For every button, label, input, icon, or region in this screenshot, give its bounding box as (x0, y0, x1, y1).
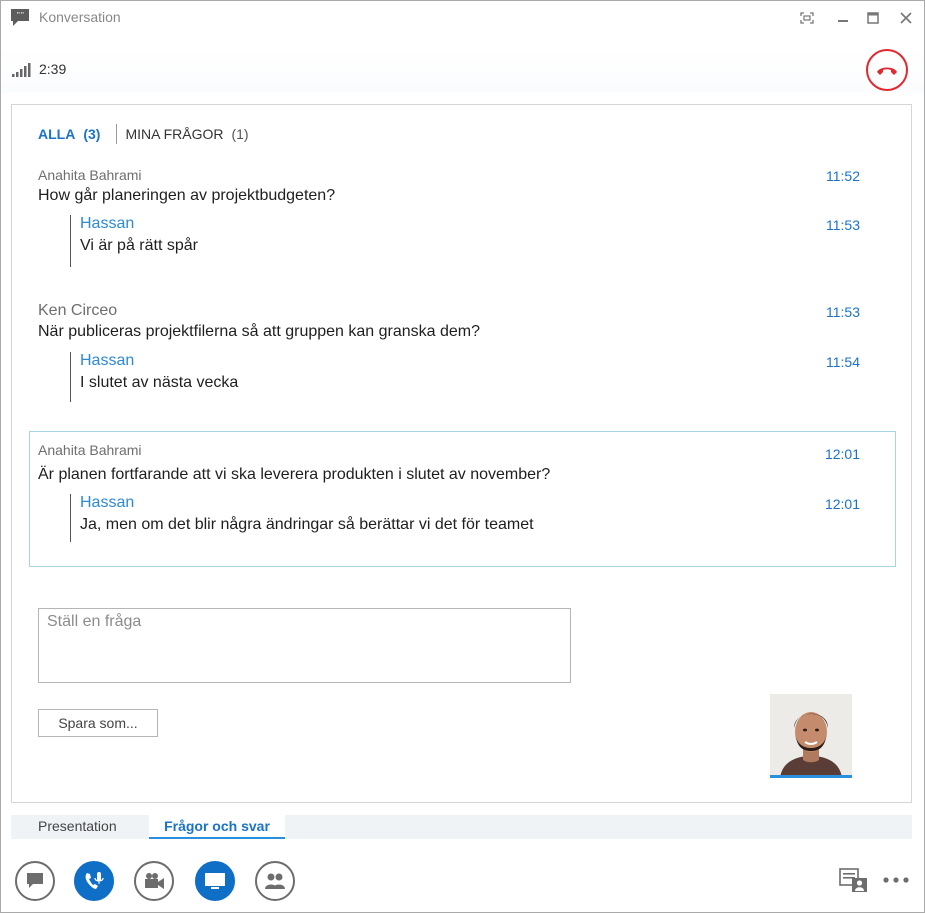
participant-photo (770, 694, 852, 775)
question-item[interactable]: Anahita Bahrami 11:52 How går planeringe… (38, 167, 860, 267)
meeting-options-icon (839, 868, 867, 892)
conversation-toolbar (1, 847, 924, 912)
im-icon (27, 873, 43, 888)
signal-strength-icon (12, 63, 31, 77)
ask-question-input[interactable] (38, 608, 571, 683)
tab-presentation[interactable]: Presentation (38, 818, 117, 834)
hang-up-phone-icon (877, 67, 897, 75)
video-camera-icon (145, 873, 164, 889)
audio-button[interactable] (74, 861, 114, 901)
fullscreen-icon (800, 12, 814, 24)
filter-all-count: (3) (83, 126, 101, 142)
filter-mine-count: (1) (231, 126, 249, 142)
question-time: 11:53 (826, 304, 860, 320)
filter-all-label: ALLA (38, 126, 76, 142)
svg-text:": " (21, 11, 24, 20)
filter-mine-label: MINA FRÅGOR (125, 126, 224, 142)
answer-author: Hassan (80, 352, 135, 369)
answer-text: Ja, men om det blir några ändringar så b… (80, 516, 534, 533)
question-text: How går planeringen av projektbudgeten? (38, 187, 336, 204)
present-button[interactable] (195, 861, 235, 901)
question-text: Är planen fortfarande att vi ska leverer… (38, 466, 551, 483)
question-text: När publiceras projektfilerna så att gru… (38, 323, 481, 340)
present-screen-icon (205, 873, 225, 889)
answer-text: Vi är på rätt spår (80, 237, 198, 254)
microphone-phone-icon (85, 872, 104, 889)
participants-icon (265, 873, 285, 889)
question-author: Ken Circeo (38, 302, 118, 319)
avatar (770, 694, 852, 778)
filter-my-questions-tab[interactable]: MINA FRÅGOR (1) (125, 126, 248, 142)
more-options-button[interactable] (881, 865, 911, 895)
stage-tab-bar: Presentation Frågor och svar (11, 815, 912, 839)
maximize-icon (867, 12, 879, 24)
hang-up-button[interactable] (866, 49, 908, 91)
video-button[interactable] (134, 861, 174, 901)
call-duration: 2:39 (39, 61, 67, 77)
question-item-selected[interactable]: Anahita Bahrami 12:01 Är planen fortfara… (38, 442, 860, 542)
meeting-options-button[interactable] (839, 865, 869, 895)
chat-bubble-icon: " " (11, 9, 29, 26)
close-button[interactable] (895, 7, 917, 29)
question-filter-bar: ALLA (3) MINA FRÅGOR (1) (38, 123, 249, 145)
question-time: 12:01 (824, 446, 860, 462)
im-button[interactable] (15, 861, 55, 901)
more-options-icon (883, 877, 909, 883)
qa-panel: ALLA (3) MINA FRÅGOR (1) Anahita Bahrami 1… (11, 104, 912, 803)
tab-questions-and-answers[interactable]: Frågor och svar (149, 815, 285, 839)
save-as-button[interactable]: Spara som... (38, 709, 158, 737)
filter-all-tab[interactable]: ALLA (3) (38, 126, 100, 142)
title-bar: " " Konversation (1, 1, 924, 35)
conversation-window: " " Konversation 2:39 ALLA (3) MINA FRÅG… (0, 0, 925, 913)
maximize-button[interactable] (862, 7, 884, 29)
minimize-button[interactable] (832, 7, 854, 29)
answer-time: 11:54 (826, 354, 860, 370)
fullscreen-button[interactable] (796, 7, 818, 29)
answer-time: 11:53 (826, 217, 860, 233)
close-icon (900, 12, 912, 24)
answer-author: Hassan (80, 494, 135, 511)
answer-item: Hassan 12:01 Ja, men om det blir några ä… (70, 494, 860, 542)
question-author: Anahita Bahrami (38, 167, 142, 183)
answer-item: Hassan 11:54 I slutet av nästa vecka (70, 352, 860, 402)
question-author: Anahita Bahrami (38, 442, 142, 458)
participants-button[interactable] (255, 861, 295, 901)
answer-author: Hassan (80, 215, 135, 232)
minimize-icon (838, 20, 848, 22)
question-time: 11:52 (826, 168, 860, 184)
call-status-bar: 2:39 (1, 47, 924, 93)
svg-text:": " (17, 11, 20, 20)
answer-item: Hassan 11:53 Vi är på rätt spår (70, 215, 860, 267)
question-item[interactable]: Ken Circeo 11:53 När publiceras projektf… (38, 302, 860, 404)
answer-text: I slutet av nästa vecka (80, 374, 239, 391)
filter-divider (116, 124, 118, 144)
window-title: Konversation (39, 9, 121, 25)
answer-time: 12:01 (824, 496, 860, 512)
